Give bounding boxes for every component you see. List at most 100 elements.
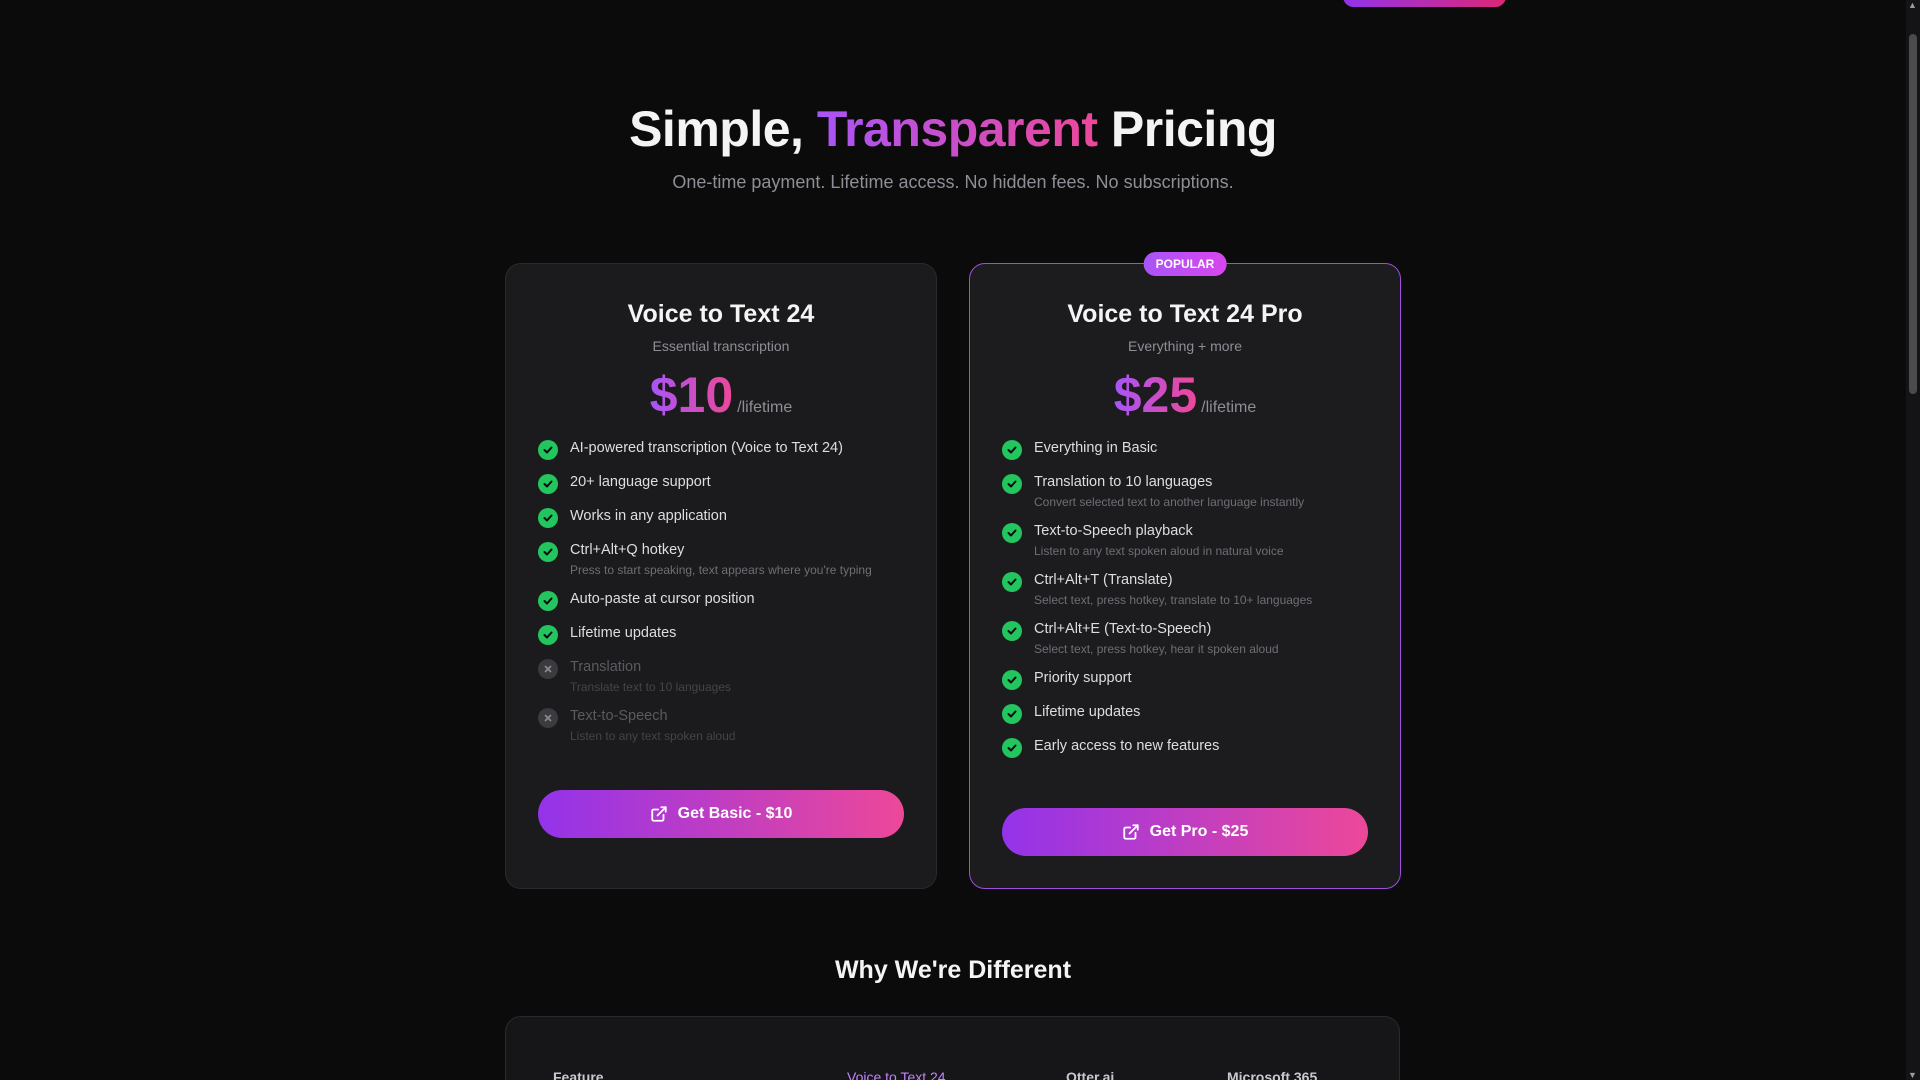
feature-item: Translation Translate text to 10 language… [538, 657, 904, 694]
feature-item: Priority support [1002, 668, 1368, 690]
feature-text: Ctrl+Alt+E (Text-to-Speech) Select text, … [1034, 619, 1279, 656]
column-header-microsoft: Microsoft 365 [1227, 1069, 1318, 1080]
pricing-card-pro: POPULAR Voice to Text 24 Pro Everything … [969, 252, 1401, 889]
plan-name: Voice to Text 24 Pro [1067, 300, 1303, 328]
pricing-card-basic: Voice to Text 24 Essential transcription… [505, 263, 937, 889]
check-circle-icon [538, 625, 558, 645]
feature-text: Text-to-Speech playback Listen to any tex… [1034, 521, 1284, 558]
feature-text: Lifetime updates [1034, 702, 1140, 722]
column-header-otter: Otter.ai [1066, 1069, 1115, 1080]
page-title: Simple, Transparent Pricing [629, 101, 1277, 157]
feature-text: Translation to 10 languages Convert selec… [1034, 472, 1304, 509]
top-nav-button[interactable] [1343, 0, 1506, 7]
check-circle-icon [1002, 440, 1022, 460]
feature-item: Text-to-Speech playback Listen to any tex… [1002, 521, 1368, 558]
feature-item: Text-to-Speech Listen to any text spoken … [538, 706, 904, 743]
feature-description: Convert selected text to another languag… [1034, 495, 1305, 509]
feature-list: Everything in Basic Translation to 10 lan… [1002, 438, 1368, 758]
check-circle-icon [538, 591, 558, 611]
plan-name: Voice to Text 24 [627, 300, 815, 328]
feature-item: Everything in Basic [1002, 438, 1368, 460]
feature-item: AI-powered transcription (Voice to Text … [538, 438, 904, 460]
feature-text: Ctrl+Alt+Q hotkey Press to start speaking… [570, 540, 872, 577]
feature-text: Ctrl+Alt+T (Translate) Select text, press… [1034, 570, 1312, 607]
check-circle-icon [1002, 621, 1022, 641]
feature-label: Early access to new features [1034, 738, 1220, 754]
get-basic-button[interactable]: Get Basic - $10 [538, 790, 904, 838]
feature-text: Text-to-Speech Listen to any text spoken … [570, 706, 735, 743]
price-row: $25 /lifetime [1002, 366, 1368, 424]
plan-subtitle: Everything + more [1128, 338, 1242, 354]
feature-description: Translate text to 10 languages [570, 680, 731, 694]
check-circle-icon [1002, 572, 1022, 592]
feature-label: Ctrl+Alt+T (Translate) [1034, 572, 1173, 588]
comparison-table: Feature Voice to Text 24 Otter.ai Micros… [505, 1016, 1400, 1080]
popular-badge: POPULAR [1143, 252, 1227, 276]
feature-item: Ctrl+Alt+Q hotkey Press to start speaking… [538, 540, 904, 577]
check-circle-icon [538, 474, 558, 494]
feature-label: Priority support [1034, 670, 1132, 686]
feature-text: Lifetime updates [570, 623, 676, 643]
feature-item: Ctrl+Alt+T (Translate) Select text, press… [1002, 570, 1368, 607]
feature-text: Auto-paste at cursor position [570, 589, 755, 609]
check-circle-icon [1002, 670, 1022, 690]
feature-description: Select text, press hotkey, translate to … [1034, 593, 1313, 607]
feature-label: Text-to-Speech [570, 708, 668, 724]
check-circle-icon [538, 508, 558, 528]
column-header-feature: Feature [553, 1069, 604, 1080]
feature-text: Priority support [1034, 668, 1132, 688]
scroll-up-arrow-icon[interactable]: ▲ [1908, 0, 1917, 10]
feature-label: Works in any application [570, 508, 727, 524]
check-circle-icon [538, 440, 558, 460]
scrollbar[interactable]: ▲ ▼ [1906, 0, 1920, 1080]
feature-label: Lifetime updates [1034, 704, 1141, 720]
page-subtitle: One-time payment. Lifetime access. No hi… [672, 172, 1234, 192]
feature-item: Early access to new features [1002, 736, 1368, 758]
feature-label: Translation [570, 659, 642, 675]
external-link-icon [1122, 824, 1139, 840]
get-pro-label: Get Pro - $25 [1149, 823, 1249, 840]
x-circle-icon [538, 659, 558, 679]
feature-item: Ctrl+Alt+E (Text-to-Speech) Select text, … [1002, 619, 1368, 656]
plan-price: $10 [649, 367, 734, 423]
check-circle-icon [538, 542, 558, 562]
x-circle-icon [538, 708, 558, 728]
feature-label: Auto-paste at cursor position [570, 591, 755, 607]
feature-item: Lifetime updates [538, 623, 904, 645]
check-circle-icon [1002, 474, 1022, 494]
feature-text: AI-powered transcription (Voice to Text … [570, 438, 843, 458]
plan-subtitle: Essential transcription [652, 338, 790, 354]
price-row: $10 /lifetime [538, 366, 904, 424]
column-header-voice-to-text: Voice to Text 24 [847, 1069, 946, 1080]
feature-text: Early access to new features [1034, 736, 1219, 756]
feature-list: AI-powered transcription (Voice to Text … [538, 438, 904, 743]
feature-label: Lifetime updates [570, 625, 677, 641]
check-circle-icon [1002, 738, 1022, 758]
feature-label: AI-powered transcription (Voice to Text … [570, 440, 843, 456]
external-link-icon [650, 806, 667, 822]
feature-text: Everything in Basic [1034, 438, 1157, 458]
feature-label: 20+ language support [570, 474, 711, 490]
feature-description: Select text, press hotkey, hear it spoke… [1034, 642, 1279, 656]
feature-label: Ctrl+Alt+E (Text-to-Speech) [1034, 621, 1212, 637]
feature-label: Translation to 10 languages [1034, 474, 1213, 490]
feature-description: Press to start speaking, text appears wh… [570, 563, 872, 577]
feature-description: Listen to any text spoken aloud [570, 729, 736, 743]
check-circle-icon [1002, 704, 1022, 724]
price-period: /lifetime [1201, 399, 1257, 416]
feature-item: Lifetime updates [1002, 702, 1368, 724]
feature-text: Translation Translate text to 10 language… [570, 657, 731, 694]
feature-text: Works in any application [570, 506, 727, 526]
feature-item: Auto-paste at cursor position [538, 589, 904, 611]
scroll-down-arrow-icon[interactable]: ▼ [1908, 1070, 1917, 1080]
get-basic-label: Get Basic - $10 [677, 805, 793, 822]
feature-item: Translation to 10 languages Convert selec… [1002, 472, 1368, 509]
pricing-hero: Simple, Transparent Pricing One-time pay… [0, 100, 1906, 193]
plan-price: $25 [1113, 367, 1198, 423]
get-pro-button[interactable]: Get Pro - $25 [1002, 808, 1368, 856]
check-circle-icon [1002, 523, 1022, 543]
feature-label: Ctrl+Alt+Q hotkey [570, 542, 685, 558]
feature-description: Listen to any text spoken aloud in natur… [1034, 544, 1284, 558]
scrollbar-thumb[interactable] [1909, 34, 1917, 394]
feature-label: Everything in Basic [1034, 440, 1158, 456]
